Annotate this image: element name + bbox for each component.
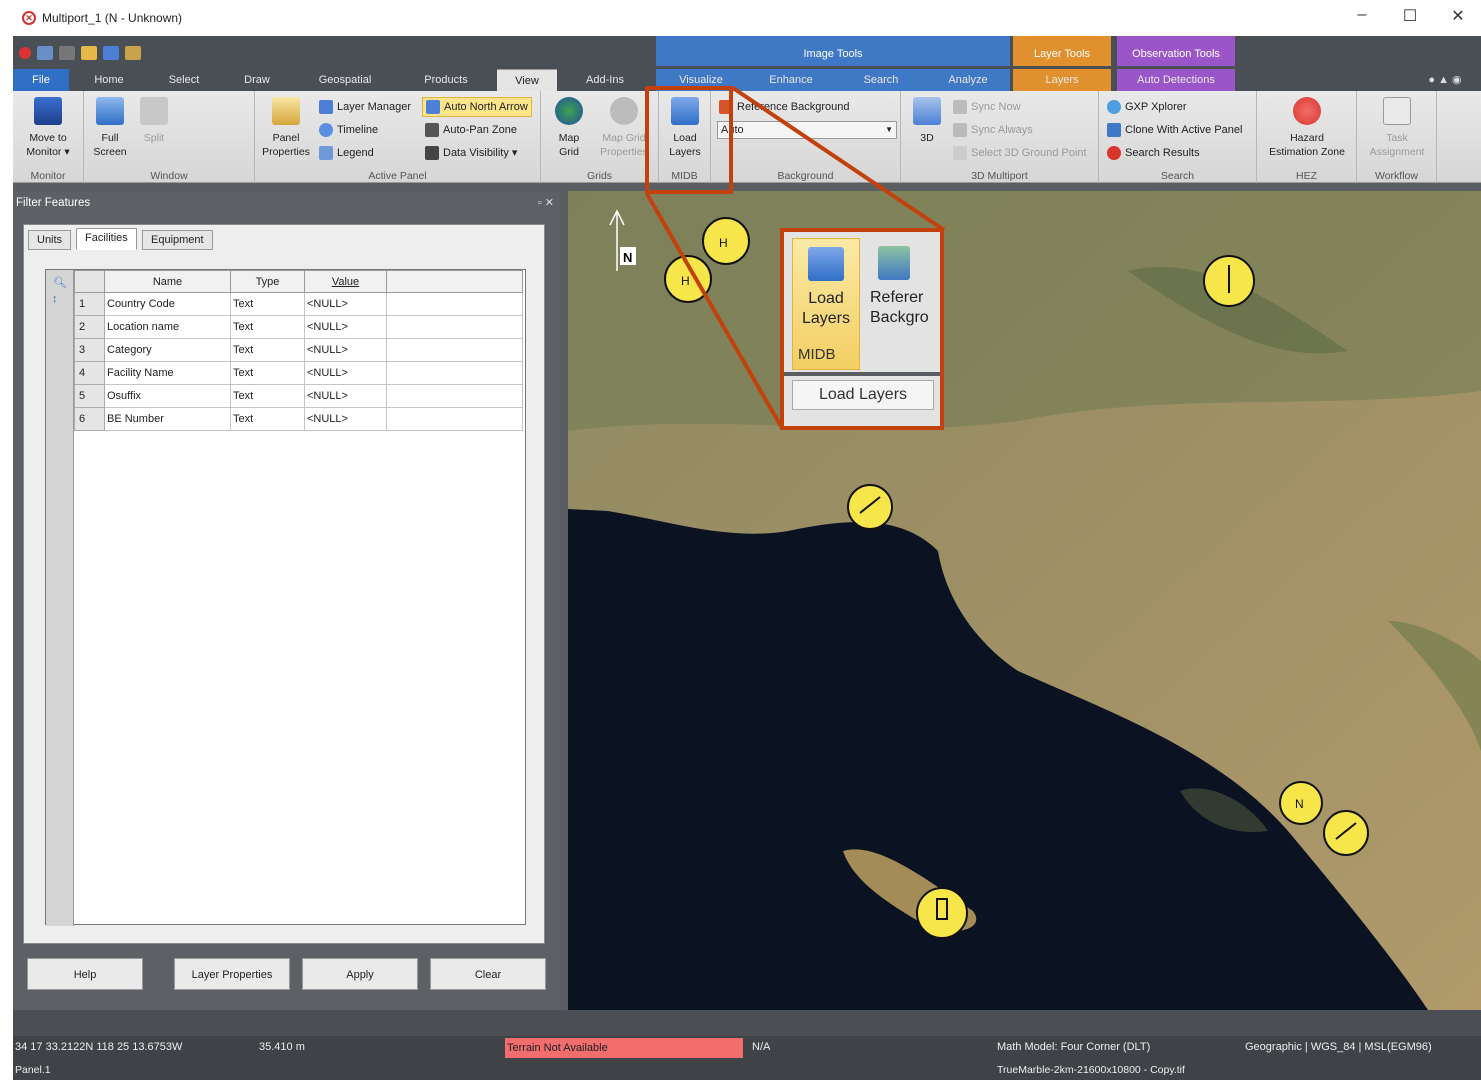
- zoom-load-label-1: Load: [808, 290, 844, 307]
- zoom-reference-background: Referer Backgro: [870, 238, 940, 338]
- zoom-divider: [784, 372, 940, 376]
- zoom-reference-icon: [878, 246, 910, 280]
- zoom-load-layers-icon: [808, 247, 844, 281]
- zoom-group-label: MIDB: [798, 346, 836, 363]
- zoom-callout: Load Layers Referer Backgro MIDB Load La…: [780, 228, 944, 430]
- callout-line-bottom: [645, 193, 784, 429]
- zoom-tooltip: Load Layers: [792, 380, 934, 410]
- zoom-load-label-2: Layers: [801, 310, 851, 327]
- zoom-ref-label-1: Referer: [870, 289, 924, 306]
- zoom-ref-label-2: Backgro: [870, 309, 929, 326]
- callout-lines: [645, 86, 946, 429]
- callout-line-top: [731, 86, 946, 232]
